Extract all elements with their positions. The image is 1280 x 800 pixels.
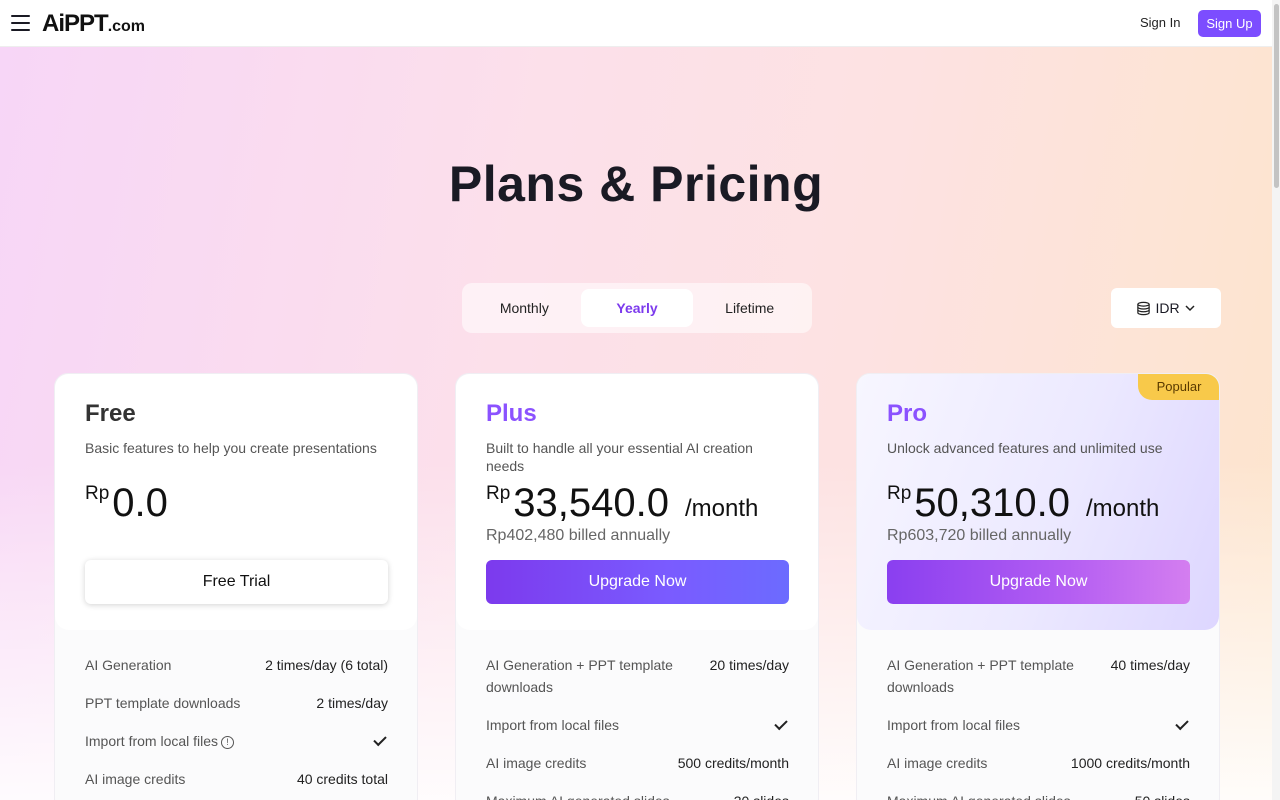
feature-label: Maximum AI generated slides xyxy=(887,790,1071,800)
feature-list: AI Generation + PPT template downloads 20… xyxy=(486,654,789,800)
billed-annually: Rp402,480 billed annually xyxy=(486,527,671,544)
upgrade-pro-button[interactable]: Upgrade Now xyxy=(887,560,1190,604)
plan-name: Plus xyxy=(486,400,537,427)
plan-name: Free xyxy=(85,400,136,427)
feature-label: AI image credits xyxy=(486,755,587,771)
currency-value: IDR xyxy=(1155,300,1180,316)
feature-row: AI image credits 1000 credits/month xyxy=(887,752,1190,774)
billed-annually: Rp603,720 billed annually xyxy=(887,527,1072,544)
plan-card-free: Free Basic features to help you create p… xyxy=(54,373,418,800)
feature-label: AI Generation + PPT template downloads xyxy=(887,657,1074,695)
feature-label: AI Generation + PPT template downloads xyxy=(486,657,673,695)
price-period: /month xyxy=(685,495,759,522)
upgrade-plus-button[interactable]: Upgrade Now xyxy=(486,560,789,604)
feature-label: PPT template downloads xyxy=(85,695,241,711)
feature-label: Import from local files xyxy=(887,717,1021,733)
feature-list: AI Generation + PPT template downloads 40… xyxy=(887,654,1190,800)
chevron-down-icon xyxy=(1185,305,1195,312)
feature-row: AI image credits 500 credits/month xyxy=(486,752,789,774)
plan-card-plus: Plus Built to handle all your essential … xyxy=(455,373,819,800)
feature-row: Import from local files xyxy=(486,714,789,736)
tab-lifetime[interactable]: Lifetime xyxy=(693,289,806,327)
currency-symbol: Rp xyxy=(887,483,912,504)
plan-price: Rp 33,540.0 /month xyxy=(486,481,758,525)
plan-description: Built to handle all your essential AI cr… xyxy=(486,440,753,474)
feature-row: AI Generation 2 times/day (6 total) xyxy=(85,654,388,676)
feature-label: AI Generation xyxy=(85,657,172,673)
feature-label: Maximum AI generated slides xyxy=(486,790,670,800)
currency-symbol: Rp xyxy=(85,483,110,504)
page-title: Plans & Pricing xyxy=(448,156,824,212)
currency-symbol: Rp xyxy=(486,483,511,504)
feature-label: AI image credits xyxy=(85,771,186,787)
plan-card-header: Plus Built to handle all your essential … xyxy=(456,374,818,630)
hamburger-menu-icon[interactable] xyxy=(11,15,30,31)
feature-value: 40 credits total xyxy=(296,771,388,787)
feature-label: Import from local files xyxy=(486,717,620,733)
feature-label: Import from local files xyxy=(85,733,219,749)
price-amount: 33,540.0 xyxy=(513,481,669,525)
plan-description: Unlock advanced features and unlimited u… xyxy=(887,440,1163,456)
check-icon xyxy=(1175,716,1189,731)
plan-price: Rp 50,310.0 /month xyxy=(887,481,1159,525)
feature-label: AI image credits xyxy=(887,755,988,771)
sign-in-link[interactable]: Sign In xyxy=(1140,15,1180,30)
feature-value: 20 times/day xyxy=(709,657,789,673)
feature-value: 40 times/day xyxy=(1110,657,1190,673)
billing-period-toggle: Monthly Yearly Lifetime xyxy=(462,283,812,333)
plan-name: Pro xyxy=(887,400,928,427)
plan-description: Basic features to help you create presen… xyxy=(85,440,377,456)
feature-row: Import from local files! xyxy=(85,730,388,752)
feature-value: 30 slides xyxy=(734,790,789,800)
plan-card-header: Popular Pro Unlock advanced features and… xyxy=(857,374,1219,630)
price-period: /month xyxy=(1086,495,1160,522)
feature-row: AI Generation + PPT template downloads 20… xyxy=(486,654,789,698)
feature-value: 500 credits/month xyxy=(677,755,789,771)
info-icon[interactable]: ! xyxy=(221,736,235,749)
check-icon xyxy=(373,732,387,747)
sign-up-button[interactable]: Sign Up xyxy=(1198,10,1261,37)
price-amount: 50,310.0 xyxy=(914,481,1070,525)
feature-value: 2 times/day xyxy=(316,695,388,711)
feature-row: AI image credits 40 credits total xyxy=(85,768,388,790)
plan-card-pro: Popular Pro Unlock advanced features and… xyxy=(856,373,1220,800)
currency-select[interactable]: IDR xyxy=(1111,288,1221,328)
popular-badge: Popular xyxy=(1138,374,1219,400)
feature-row: PPT template downloads 2 times/day xyxy=(85,692,388,714)
price-amount: 0.0 xyxy=(112,481,168,525)
top-nav: AiPPT.com Sign In Sign Up xyxy=(0,0,1272,47)
coins-icon xyxy=(1137,301,1151,315)
check-icon xyxy=(774,716,788,731)
logo-domain: .com xyxy=(107,18,146,35)
feature-row: Import from local files xyxy=(887,714,1190,736)
tab-monthly[interactable]: Monthly xyxy=(468,289,581,327)
page-scrollbar[interactable] xyxy=(1272,0,1280,800)
feature-row: Maximum AI generated slides 30 slides xyxy=(486,790,789,800)
plan-price: Rp 0.0 xyxy=(85,481,168,525)
feature-value: 1000 credits/month xyxy=(1070,755,1190,771)
feature-value: 50 slides xyxy=(1135,790,1190,800)
feature-value: 2 times/day (6 total) xyxy=(265,657,388,673)
plan-card-header: Free Basic features to help you create p… xyxy=(55,374,417,630)
free-trial-button[interactable]: Free Trial xyxy=(85,560,388,604)
feature-list: AI Generation 2 times/day (6 total) PPT t… xyxy=(85,654,388,800)
logo[interactable]: AiPPT.com xyxy=(42,10,145,38)
logo-main: AiPPT xyxy=(42,10,109,37)
feature-row: AI Generation + PPT template downloads 40… xyxy=(887,654,1190,698)
tab-yearly[interactable]: Yearly xyxy=(580,289,694,327)
scrollbar-thumb[interactable] xyxy=(1274,4,1279,188)
feature-row: Maximum AI generated slides 50 slides xyxy=(887,790,1190,800)
